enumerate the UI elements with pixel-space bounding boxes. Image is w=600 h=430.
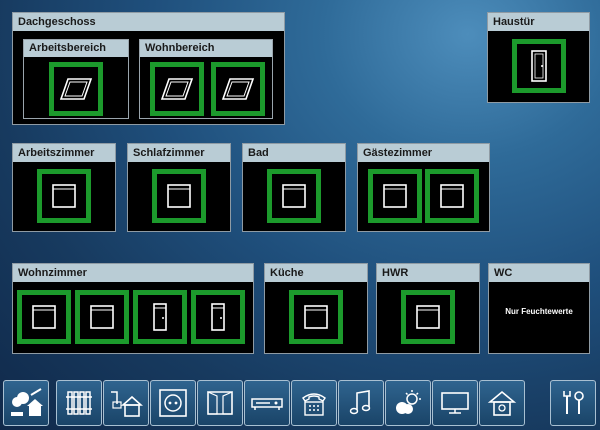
door-icon [211, 303, 225, 331]
wohnbereich-title: Wohnbereich [140, 40, 272, 57]
wohnbereich-panel: Wohnbereich [139, 39, 273, 119]
window-icon [32, 305, 56, 329]
music-note-icon [349, 390, 371, 415]
hwr-title: HWR [377, 264, 479, 282]
skylight-icon [221, 78, 255, 100]
bad-panel: Bad [242, 143, 346, 232]
skylight-icon [160, 78, 194, 100]
skylight-arbeitsbereich[interactable] [49, 62, 103, 116]
window-icon [440, 184, 464, 208]
skylight-icon [59, 78, 93, 100]
haustuer-title: Haustür [488, 13, 589, 31]
arbeitsbereich-title: Arbeitsbereich [24, 40, 128, 57]
radiator-icon [66, 391, 92, 415]
nav-weather-button[interactable] [385, 380, 431, 426]
arbeitszimmer-title: Arbeitszimmer [13, 144, 115, 162]
window-icon [52, 184, 76, 208]
tv-icon [441, 392, 469, 414]
skylight-wohnbereich-2[interactable] [211, 62, 265, 116]
window-kueche[interactable] [289, 290, 343, 344]
door-icon [531, 50, 547, 82]
hwr-panel: HWR [376, 263, 480, 354]
nav-home-energy-button[interactable] [103, 380, 149, 426]
bad-title: Bad [243, 144, 345, 162]
nav-weather-house-button[interactable] [3, 380, 49, 426]
window-gaestezimmer-2[interactable] [425, 169, 479, 223]
nav-music-button[interactable] [338, 380, 384, 426]
tools-icon [563, 391, 584, 414]
window-wohnzimmer-2[interactable] [75, 290, 129, 344]
window-schlafzimmer[interactable] [152, 169, 206, 223]
kueche-title: Küche [265, 264, 367, 282]
schlafzimmer-title: Schlafzimmer [128, 144, 230, 162]
gaestezimmer-panel: Gästezimmer [357, 143, 490, 232]
home-energy-icon [111, 391, 143, 417]
nav-socket-button[interactable] [150, 380, 196, 426]
wc-note: Nur Feuchtewerte [505, 307, 573, 316]
window-gaestezimmer-1[interactable] [368, 169, 422, 223]
window-icon [282, 184, 306, 208]
wohnzimmer-title: Wohnzimmer [13, 264, 253, 282]
receiver-icon [251, 398, 283, 410]
home-settings-icon [487, 390, 517, 416]
kueche-panel: Küche [264, 263, 368, 354]
door-icon [153, 303, 167, 331]
haustuer-panel: Haustür [487, 12, 590, 103]
blinds-icon [207, 391, 233, 415]
dachgeschoss-panel: Dachgeschoss Arbeitsbereich Wohnbereich [12, 12, 285, 125]
dachgeschoss-title: Dachgeschoss [13, 13, 284, 31]
window-icon [416, 305, 440, 329]
weather-house-icon [11, 388, 43, 416]
arbeitsbereich-panel: Arbeitsbereich [23, 39, 129, 119]
window-arbeitszimmer[interactable] [37, 169, 91, 223]
nav-tv-button[interactable] [432, 380, 478, 426]
schlafzimmer-panel: Schlafzimmer [127, 143, 231, 232]
gaestezimmer-title: Gästezimmer [358, 144, 489, 162]
window-icon [304, 305, 328, 329]
window-icon [383, 184, 407, 208]
nav-home-settings-button[interactable] [479, 380, 525, 426]
window-hwr[interactable] [401, 290, 455, 344]
nav-blinds-button[interactable] [197, 380, 243, 426]
wohnzimmer-panel: Wohnzimmer [12, 263, 254, 354]
weather-icon [396, 390, 421, 414]
nav-phone-button[interactable] [291, 380, 337, 426]
door-haustuer[interactable] [512, 39, 566, 93]
skylight-wohnbereich-1[interactable] [150, 62, 204, 116]
phone-icon [302, 393, 326, 416]
window-icon [167, 184, 191, 208]
door-wohnzimmer-1[interactable] [133, 290, 187, 344]
window-icon [90, 305, 114, 329]
arbeitszimmer-panel: Arbeitszimmer [12, 143, 116, 232]
wc-title: WC [489, 264, 589, 282]
nav-radiator-button[interactable] [56, 380, 102, 426]
wc-panel: WC Nur Feuchtewerte [488, 263, 590, 354]
nav-tools-button[interactable] [550, 380, 596, 426]
nav-receiver-button[interactable] [244, 380, 290, 426]
window-wohnzimmer-1[interactable] [17, 290, 71, 344]
window-bad[interactable] [267, 169, 321, 223]
door-wohnzimmer-2[interactable] [191, 290, 245, 344]
socket-icon [159, 389, 187, 417]
